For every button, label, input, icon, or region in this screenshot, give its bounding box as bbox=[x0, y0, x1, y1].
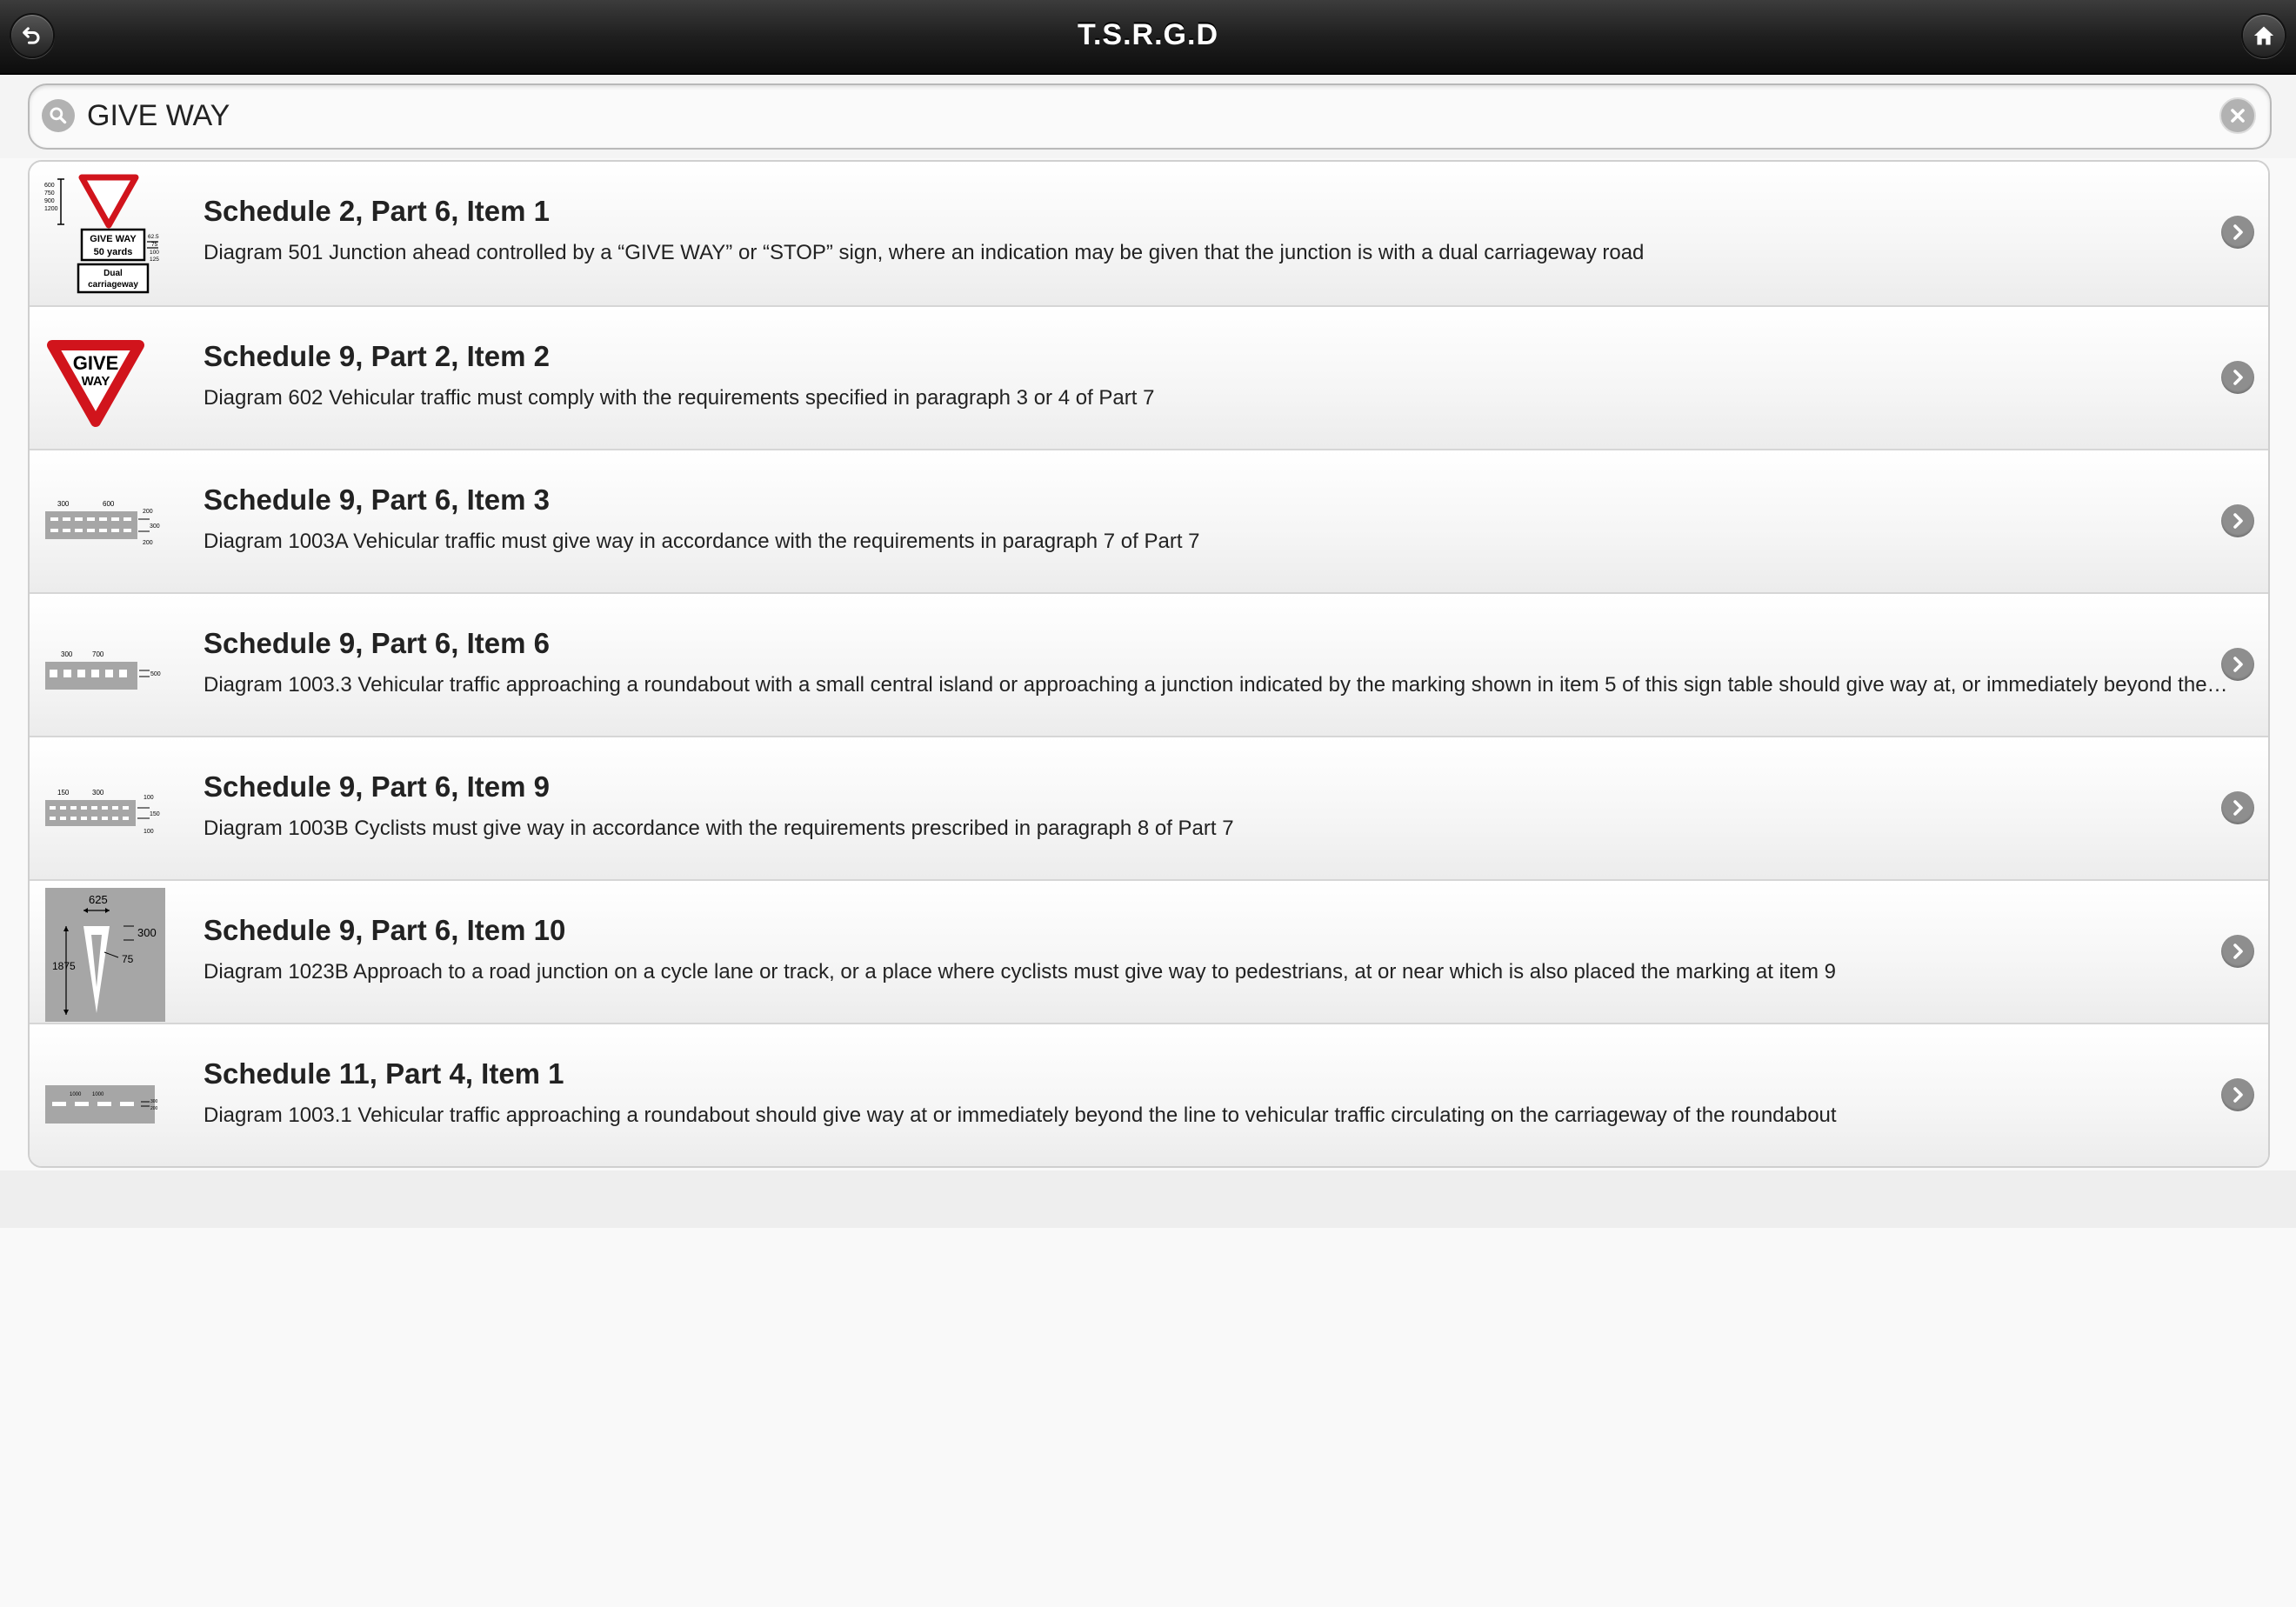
svg-text:600: 600 bbox=[103, 500, 115, 508]
chevron-right-icon[interactable] bbox=[2221, 216, 2254, 249]
svg-text:150: 150 bbox=[150, 811, 160, 817]
svg-text:200: 200 bbox=[150, 1106, 158, 1111]
item-description: Diagram 1003.3 Vehicular traffic approac… bbox=[204, 673, 2230, 697]
item-description: Diagram 1003.1 Vehicular traffic approac… bbox=[204, 1104, 1837, 1127]
list-item[interactable]: 1000 1000 300 200 Schedule 11, Part 4, I… bbox=[30, 1023, 2268, 1166]
svg-text:75: 75 bbox=[122, 953, 134, 965]
roundabout-give-way-marking-icon: 300 700 500 bbox=[43, 606, 165, 728]
item-title: Schedule 9, Part 6, Item 3 bbox=[204, 483, 550, 516]
single-dashed-give-way-marking-icon: 1000 1000 300 200 bbox=[43, 1037, 165, 1158]
item-description: Diagram 501 Junction ahead controlled by… bbox=[204, 241, 1645, 264]
svg-text:700: 700 bbox=[92, 650, 104, 658]
item-title: Schedule 11, Part 4, Item 1 bbox=[204, 1057, 564, 1090]
clear-icon bbox=[2231, 109, 2245, 123]
svg-text:300: 300 bbox=[92, 789, 104, 797]
item-title: Schedule 9, Part 2, Item 2 bbox=[204, 340, 550, 372]
item-description: Diagram 1023B Approach to a road junctio… bbox=[204, 960, 1836, 984]
svg-text:1875: 1875 bbox=[52, 960, 76, 972]
clear-search-button[interactable] bbox=[2219, 97, 2256, 134]
svg-text:100: 100 bbox=[144, 795, 154, 801]
cycle-give-way-marking-icon: 150 300 100 150 100 bbox=[43, 750, 165, 871]
svg-text:150: 150 bbox=[57, 789, 70, 797]
svg-text:200: 200 bbox=[143, 540, 153, 546]
item-title: Schedule 9, Part 6, Item 9 bbox=[204, 770, 550, 803]
give-way-sign-icon: GIVE WAY bbox=[43, 319, 165, 441]
list-footer-band bbox=[0, 1170, 2296, 1228]
list-item[interactable]: GIVE WAY Schedule 9, Part 2, Item 2 Diag… bbox=[30, 305, 2268, 449]
item-title: Schedule 9, Part 6, Item 6 bbox=[204, 627, 550, 659]
svg-text:625: 625 bbox=[89, 893, 108, 906]
list-item[interactable]: 625 1875 300 75 Schedule 9, Part 6, Item… bbox=[30, 879, 2268, 1023]
svg-text:1200: 1200 bbox=[44, 206, 58, 212]
svg-text:100: 100 bbox=[144, 829, 154, 835]
svg-text:100: 100 bbox=[150, 250, 159, 256]
item-title: Schedule 2, Part 6, Item 1 bbox=[204, 195, 550, 227]
svg-text:750: 750 bbox=[44, 190, 55, 197]
chevron-right-icon[interactable] bbox=[2221, 1078, 2254, 1111]
list-item[interactable]: 300 700 500 Schedule 9, Part 6, Item 6 D… bbox=[30, 592, 2268, 736]
svg-text:75: 75 bbox=[151, 242, 158, 248]
item-description: Diagram 602 Vehicular traffic must compl… bbox=[204, 386, 1155, 410]
svg-text:600: 600 bbox=[44, 183, 55, 189]
svg-text:50 yards: 50 yards bbox=[94, 247, 133, 257]
give-way-distance-sign-icon: 600 750 900 1200 GIVE WAY 50 yards 62.5 … bbox=[43, 174, 165, 296]
svg-text:500: 500 bbox=[150, 671, 161, 677]
search-bar bbox=[0, 75, 2296, 158]
svg-text:GIVE WAY: GIVE WAY bbox=[90, 234, 137, 244]
svg-text:300: 300 bbox=[57, 500, 70, 508]
svg-text:Dual: Dual bbox=[103, 269, 123, 278]
svg-text:62.5: 62.5 bbox=[148, 234, 159, 240]
item-title: Schedule 9, Part 6, Item 10 bbox=[204, 914, 566, 946]
svg-text:carriageway: carriageway bbox=[88, 280, 138, 290]
search-field-container bbox=[28, 83, 2272, 150]
svg-text:200: 200 bbox=[143, 509, 153, 515]
svg-text:300: 300 bbox=[150, 523, 160, 530]
search-icon bbox=[42, 99, 75, 132]
svg-text:GIVE: GIVE bbox=[73, 352, 119, 374]
svg-text:125: 125 bbox=[150, 257, 159, 263]
chevron-right-icon[interactable] bbox=[2221, 648, 2254, 681]
results-list: 600 750 900 1200 GIVE WAY 50 yards 62.5 … bbox=[28, 160, 2270, 1168]
empty-content-area bbox=[0, 1228, 2296, 1607]
svg-text:900: 900 bbox=[44, 198, 55, 204]
chevron-right-icon[interactable] bbox=[2221, 935, 2254, 968]
search-input[interactable] bbox=[82, 90, 2192, 141]
list-item[interactable]: 600 750 900 1200 GIVE WAY 50 yards 62.5 … bbox=[30, 162, 2268, 305]
home-icon bbox=[2253, 26, 2274, 45]
svg-text:300: 300 bbox=[150, 1099, 158, 1104]
top-navigation-bar: T.S.R.G.D bbox=[0, 0, 2296, 75]
svg-text:WAY: WAY bbox=[82, 374, 110, 389]
svg-text:1000: 1000 bbox=[70, 1092, 82, 1097]
svg-text:300: 300 bbox=[61, 650, 73, 658]
chevron-right-icon[interactable] bbox=[2221, 361, 2254, 394]
svg-text:300: 300 bbox=[137, 926, 157, 939]
item-description: Diagram 1003B Cyclists must give way in … bbox=[204, 817, 1234, 840]
list-item[interactable]: 300 600 200 300 200 Schedule 9, Part 6, … bbox=[30, 449, 2268, 592]
svg-text:1000: 1000 bbox=[92, 1092, 104, 1097]
chevron-right-icon[interactable] bbox=[2221, 504, 2254, 537]
chevron-right-icon[interactable] bbox=[2221, 791, 2254, 824]
item-description: Diagram 1003A Vehicular traffic must giv… bbox=[204, 530, 1200, 553]
list-item[interactable]: 150 300 100 150 100 Schedule 9, Part 6, … bbox=[30, 736, 2268, 879]
app-title: T.S.R.G.D bbox=[1077, 18, 1219, 51]
home-button[interactable] bbox=[2241, 13, 2286, 58]
double-dashed-give-way-marking-icon: 300 600 200 300 200 bbox=[43, 463, 165, 584]
triangle-road-marking-icon: 625 1875 300 75 bbox=[43, 888, 165, 1022]
